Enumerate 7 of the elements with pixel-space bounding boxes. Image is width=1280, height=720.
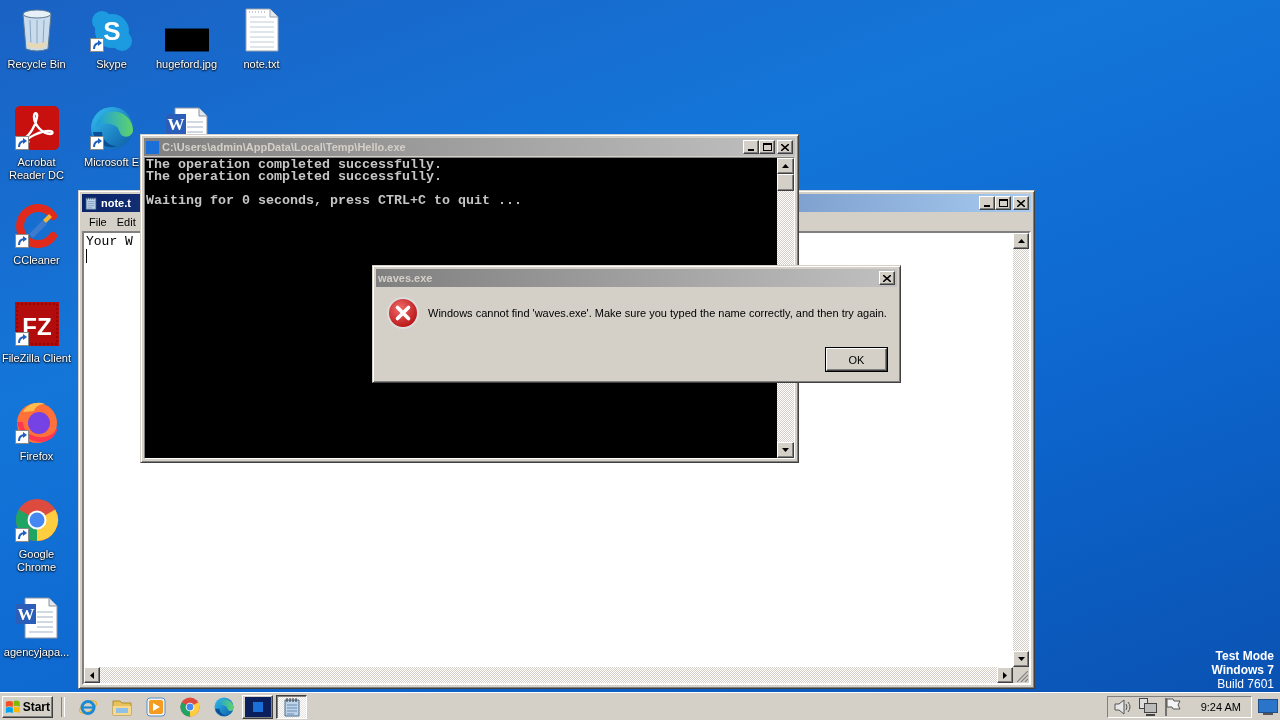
- console-line: The operation completed successfully.: [146, 171, 442, 183]
- dialog-message: Windows cannot find 'waves.exe'. Make sure you typed the name correctly, and then try again.: [428, 307, 887, 319]
- console-line: Waiting for 0 seconds, press CTRL+C to quit ...: [146, 195, 522, 207]
- system-notice-text: Test Mode: [1215, 649, 1274, 663]
- system-notice-text: Build 7601: [1217, 677, 1274, 691]
- system-notice-text: Windows 7: [1211, 663, 1274, 677]
- console-line: The operation completed successfully.: [146, 159, 442, 171]
